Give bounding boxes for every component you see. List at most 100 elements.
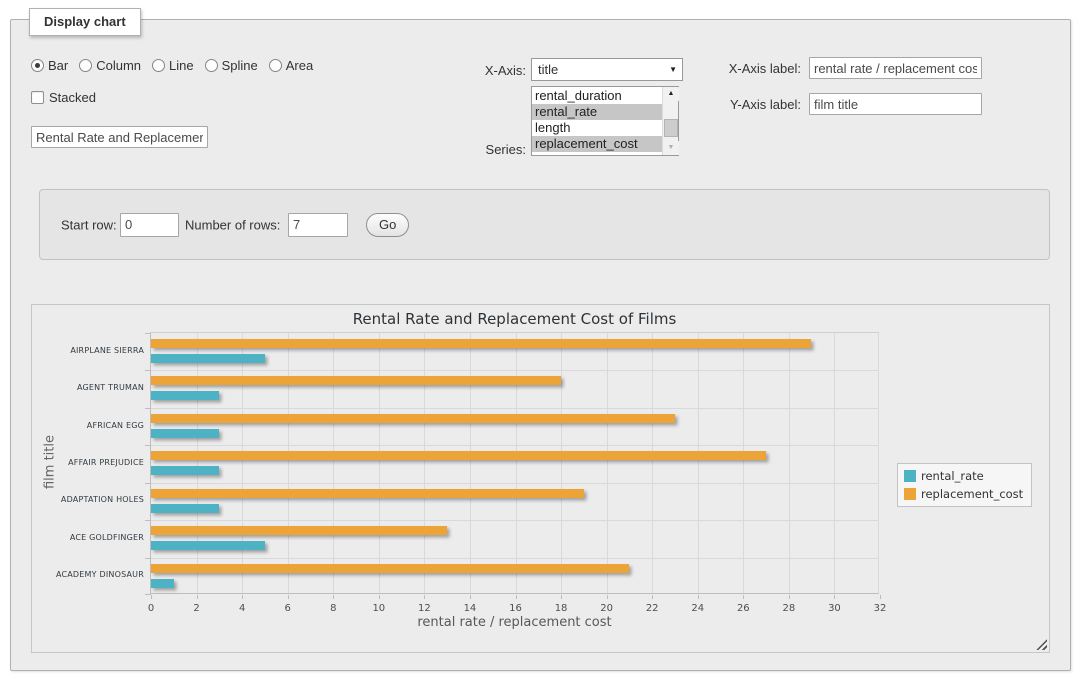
horizontal-gridline	[151, 520, 878, 521]
radio-icon[interactable]	[79, 59, 92, 72]
vertical-gridline	[698, 333, 699, 593]
series-option-replacement_cost[interactable]: replacement_cost	[532, 136, 662, 152]
radio-icon[interactable]	[269, 59, 282, 72]
y-tick-mark	[145, 370, 151, 371]
vertical-gridline	[470, 333, 471, 593]
y-category-label: AIRPLANE SIERRA	[32, 346, 144, 356]
scroll-thumb[interactable]	[664, 119, 678, 137]
legend-swatch	[904, 488, 916, 500]
series-option-rental_rate[interactable]: rental_rate	[532, 104, 662, 120]
vertical-gridline	[379, 333, 380, 593]
horizontal-gridline	[151, 483, 878, 484]
bar-rental_rate	[151, 541, 265, 550]
y-axis-label-input[interactable]	[809, 93, 982, 115]
x-tick-mark	[834, 595, 835, 599]
legend-swatch	[904, 470, 916, 482]
y-axis-label-label: Y-Axis label:	[711, 97, 801, 112]
chart-type-radio-line[interactable]: Line	[152, 58, 194, 73]
y-tick-mark	[145, 483, 151, 484]
chart-type-radio-spline[interactable]: Spline	[205, 58, 258, 73]
x-tick-label: 28	[769, 603, 809, 614]
number-of-rows-input[interactable]	[288, 213, 348, 237]
x-tick-label: 32	[860, 603, 900, 614]
vertical-gridline	[424, 333, 425, 593]
x-tick-mark	[561, 595, 562, 599]
horizontal-gridline	[151, 445, 878, 446]
go-button[interactable]: Go	[366, 213, 409, 237]
horizontal-gridline	[151, 558, 878, 559]
chart-title-input[interactable]	[31, 126, 208, 148]
stacked-label: Stacked	[49, 90, 96, 105]
x-tick-label: 26	[723, 603, 763, 614]
x-tick-label: 0	[131, 603, 171, 614]
bar-rental_rate	[151, 354, 265, 363]
bar-replacement_cost	[151, 489, 584, 498]
page: Display chart Bar Column Line Spline Area St…	[0, 0, 1081, 681]
radio-label: Line	[169, 58, 194, 73]
bar-rental_rate	[151, 579, 174, 588]
start-row-label: Start row:	[61, 217, 117, 232]
radio-label: Spline	[222, 58, 258, 73]
number-of-rows-label: Number of rows:	[185, 217, 280, 232]
vertical-gridline	[288, 333, 289, 593]
x-tick-mark	[197, 595, 198, 599]
x-axis-label-input[interactable]	[809, 57, 982, 79]
stacked-checkbox[interactable]	[31, 91, 44, 104]
x-tick-mark	[652, 595, 653, 599]
y-tick-mark	[145, 445, 151, 446]
radio-label: Bar	[48, 58, 68, 73]
y-category-label: ADAPTATION HOLES	[32, 495, 144, 505]
series-listbox[interactable]: rental_durationrental_ratelengthreplacem…	[531, 86, 679, 156]
x-axis-select[interactable]: title ▼	[531, 58, 683, 81]
y-category-label: ACADEMY DINOSAUR	[32, 570, 144, 580]
x-tick-mark	[288, 595, 289, 599]
x-axis-title: rental rate / replacement cost	[150, 615, 879, 630]
series-option-rental_duration[interactable]: rental_duration	[532, 88, 662, 104]
panel-title: Display chart	[29, 8, 141, 36]
legend-item-replacement_cost[interactable]: replacement_cost	[904, 487, 1023, 501]
x-tick-mark	[516, 595, 517, 599]
scroll-down-icon[interactable]: ▼	[663, 141, 679, 155]
radio-label: Area	[286, 58, 313, 73]
vertical-gridline	[516, 333, 517, 593]
start-row-input[interactable]	[120, 213, 179, 237]
chart-type-radio-area[interactable]: Area	[269, 58, 313, 73]
legend-item-rental_rate[interactable]: rental_rate	[904, 469, 1023, 483]
series-list-scrollbar[interactable]: ▲ ▼	[662, 87, 678, 155]
bar-replacement_cost	[151, 414, 675, 423]
x-tick-mark	[379, 595, 380, 599]
series-option-length[interactable]: length	[532, 120, 662, 136]
x-tick-label: 10	[359, 603, 399, 614]
x-tick-label: 6	[268, 603, 308, 614]
x-tick-label: 2	[177, 603, 217, 614]
bar-rental_rate	[151, 466, 219, 475]
chart-legend: rental_rate replacement_cost	[897, 463, 1032, 507]
vertical-gridline	[834, 333, 835, 593]
x-tick-mark	[789, 595, 790, 599]
y-tick-mark	[145, 558, 151, 559]
horizontal-gridline	[151, 408, 878, 409]
scroll-up-icon[interactable]: ▲	[663, 87, 679, 101]
radio-icon[interactable]	[31, 59, 44, 72]
series-select-label: Series:	[461, 142, 526, 157]
x-tick-mark	[607, 595, 608, 599]
chart-type-radio-column[interactable]: Column	[79, 58, 141, 73]
series-list-items: rental_durationrental_ratelengthreplacem…	[532, 87, 662, 155]
x-tick-mark	[333, 595, 334, 599]
bar-rental_rate	[151, 429, 219, 438]
chart-container: Rental Rate and Replacement Cost of Film…	[31, 304, 1050, 653]
bar-replacement_cost	[151, 564, 629, 573]
x-axis-select-label: X-Axis:	[461, 63, 526, 78]
x-tick-mark	[470, 595, 471, 599]
chart-type-radio-bar[interactable]: Bar	[31, 58, 68, 73]
legend-label: rental_rate	[921, 469, 984, 483]
radio-icon[interactable]	[152, 59, 165, 72]
stacked-checkbox-row[interactable]: Stacked	[31, 90, 96, 105]
chart-title: Rental Rate and Replacement Cost of Film…	[150, 310, 879, 328]
bar-rental_rate	[151, 504, 219, 513]
radio-icon[interactable]	[205, 59, 218, 72]
x-tick-mark	[880, 595, 881, 599]
resize-grip-icon[interactable]	[1036, 639, 1047, 650]
x-tick-label: 16	[496, 603, 536, 614]
y-category-label: AGENT TRUMAN	[32, 383, 144, 393]
